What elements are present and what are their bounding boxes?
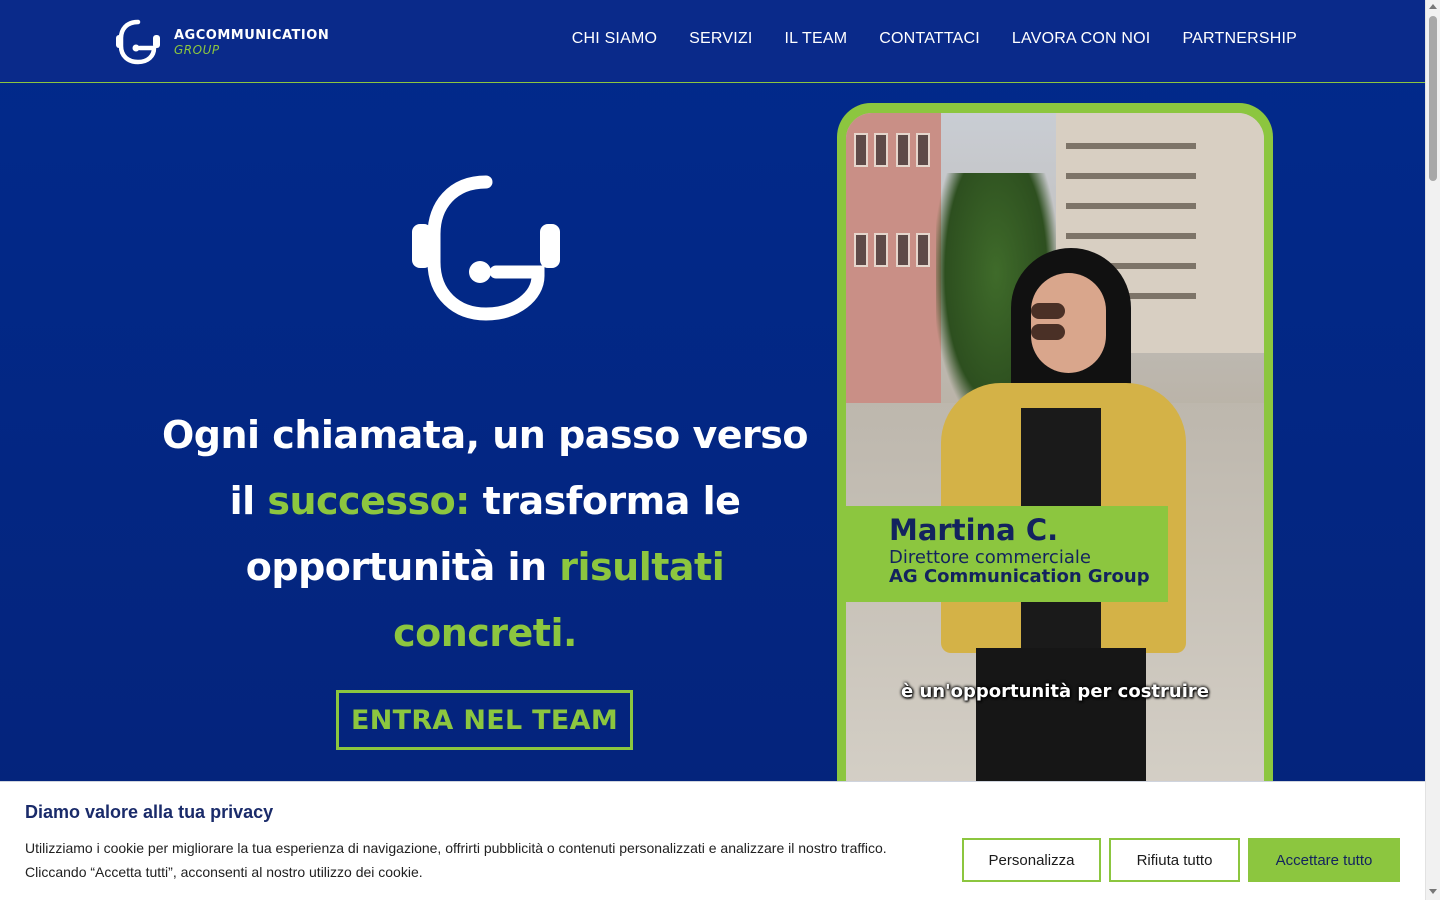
cookie-text-line2: Cliccando “Accetta tutti”, acconsenti al… (25, 864, 423, 880)
join-team-button[interactable]: ENTRA NEL TEAM (336, 690, 633, 750)
scrollbar-thumb[interactable] (1429, 16, 1437, 181)
video-frame[interactable]: Martina C. Direttore commerciale AG Comm… (837, 103, 1273, 823)
site-logo[interactable]: AGCOMMUNICATION GROUP (112, 14, 342, 70)
video-caption: è un'opportunità per costruire (901, 681, 1209, 702)
cookie-title: Diamo valore alla tua privacy (25, 802, 274, 822)
main-nav: CHI SIAMO SERVIZI IL TEAM CONTATTACI LAV… (572, 30, 1297, 48)
nav-item-contattaci[interactable]: CONTATTACI (879, 30, 980, 48)
nav-item-il-team[interactable]: IL TEAM (785, 30, 848, 48)
scroll-down-icon[interactable] (1429, 889, 1437, 894)
person-company: AG Communication Group (889, 566, 1150, 587)
logo-name-line2: GROUP (174, 42, 220, 57)
cookie-reject-button[interactable]: Rifiuta tutto (1109, 838, 1240, 882)
nav-item-lavora-con-noi[interactable]: LAVORA CON NOI (1012, 30, 1151, 48)
video-name-tag: Martina C. Direttore commerciale AG Comm… (846, 506, 1168, 602)
cookie-accept-button[interactable]: Accettare tutto (1248, 838, 1400, 882)
page-scrollbar[interactable] (1425, 0, 1440, 900)
nav-item-servizi[interactable]: SERVIZI (689, 30, 752, 48)
hero-headline: Ogni chiamata, un passo verso il success… (160, 402, 810, 666)
cookie-banner: Diamo valore alla tua privacy Utilizziam… (0, 781, 1425, 900)
page: AGCOMMUNICATION GROUP CHI SIAMO SERVIZI … (0, 0, 1425, 900)
cookie-customize-button[interactable]: Personalizza (962, 838, 1101, 882)
cookie-text-line1: Utilizziamo i cookie per migliorare la t… (25, 840, 887, 856)
scroll-up-icon[interactable] (1429, 4, 1437, 9)
headset-g-logo-icon (116, 19, 160, 65)
nav-item-partnership[interactable]: PARTNERSHIP (1182, 30, 1297, 48)
site-header: AGCOMMUNICATION GROUP CHI SIAMO SERVIZI … (0, 0, 1425, 83)
person-role: Direttore commerciale (889, 547, 1091, 568)
cookie-text: Utilizziamo i cookie per migliorare la t… (25, 836, 925, 884)
person-name: Martina C. (889, 513, 1059, 547)
logo-name-line1: AGCOMMUNICATION (174, 27, 330, 43)
video-player[interactable]: Martina C. Direttore commerciale AG Comm… (846, 113, 1264, 823)
headset-g-logo-icon (412, 175, 560, 321)
nav-item-chi-siamo[interactable]: CHI SIAMO (572, 30, 657, 48)
video-building-left (846, 113, 941, 413)
headline-highlight-1: successo: (267, 479, 470, 523)
